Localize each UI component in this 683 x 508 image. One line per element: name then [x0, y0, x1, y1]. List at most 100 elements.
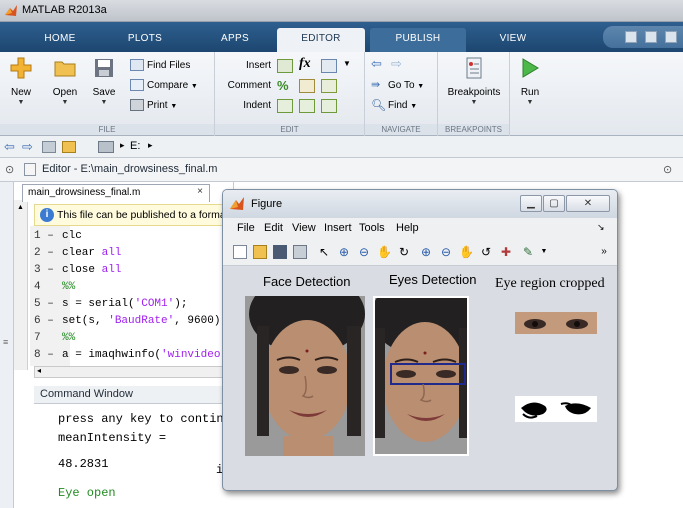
- line-number: 8 –: [34, 349, 54, 361]
- path-forward-icon[interactable]: ⇨: [22, 139, 33, 155]
- goto-icon: ⇛: [371, 79, 381, 92]
- pan-hand-icon[interactable]: ✋: [377, 245, 392, 259]
- current-folder-bar: ⇦ ⇨ ▸ E: ▸: [0, 136, 683, 158]
- insert-cell-icon[interactable]: [321, 59, 337, 73]
- menu-dock-arrow-icon[interactable]: ↘: [597, 222, 605, 233]
- tab-plots[interactable]: PLOTS: [110, 28, 180, 52]
- path-expand-icon[interactable]: ▸: [148, 140, 153, 151]
- zoom-in-2-icon[interactable]: ⊕: [419, 245, 433, 259]
- file-tab[interactable]: main_drowsiness_final.m ×: [22, 184, 210, 202]
- uncomment-icon[interactable]: [299, 79, 315, 93]
- new-button[interactable]: New ▼: [4, 56, 38, 106]
- compare-button[interactable]: Compare ▼: [130, 78, 198, 94]
- scroll-left-icon[interactable]: ◂: [37, 366, 41, 375]
- maximize-button[interactable]: ▢: [543, 195, 565, 212]
- increase-indent-icon[interactable]: [299, 99, 315, 113]
- open-file-icon[interactable]: [253, 245, 267, 259]
- wrap-comments-icon[interactable]: [321, 79, 337, 93]
- breakpoints-group-label: BREAKPOINTS: [438, 124, 509, 135]
- menu-file[interactable]: File: [237, 222, 255, 234]
- eye-binary-svg: [515, 396, 597, 422]
- run-label: Run: [520, 87, 540, 98]
- editor-vertical-scrollbar[interactable]: ▲: [14, 200, 28, 370]
- new-figure-icon[interactable]: [233, 245, 247, 259]
- code-line[interactable]: 7 %%: [34, 330, 75, 347]
- tab-apps[interactable]: APPS: [205, 28, 265, 52]
- figure-title-bar[interactable]: Figure ▁ ▢ ✕: [223, 190, 617, 218]
- comment-percent-icon[interactable]: %: [277, 79, 293, 93]
- close-tab-icon[interactable]: ×: [197, 186, 203, 197]
- line-number: 2 –: [34, 247, 54, 259]
- open-button[interactable]: Open ▼: [48, 56, 82, 106]
- tab-home[interactable]: HOME: [30, 28, 90, 52]
- find-files-button[interactable]: Find Files: [130, 58, 190, 74]
- quick-paste-icon[interactable]: [665, 31, 677, 43]
- quick-save-icon[interactable]: [625, 31, 637, 43]
- code-line[interactable]: 2 – clear all: [34, 245, 121, 262]
- command-output-value: 48.2831: [58, 457, 109, 471]
- pointer-icon[interactable]: ↖: [317, 245, 331, 259]
- path-back-icon[interactable]: ⇦: [4, 139, 15, 155]
- code-line[interactable]: 4 %%: [34, 279, 75, 296]
- menu-edit[interactable]: Edit: [264, 222, 283, 234]
- indent-label[interactable]: Indent: [219, 98, 271, 114]
- forward-arrow-icon[interactable]: ⇨: [391, 57, 407, 71]
- editor-collapse-icon[interactable]: ⊙: [5, 163, 14, 176]
- code-token: set(s,: [62, 315, 109, 327]
- save-button[interactable]: Save ▼: [87, 56, 121, 106]
- minimize-button[interactable]: ▁: [520, 195, 542, 212]
- menu-tools[interactable]: Tools: [359, 222, 385, 234]
- tab-editor[interactable]: EDITOR: [277, 28, 365, 52]
- tab-view[interactable]: VIEW: [478, 28, 548, 52]
- brush-icon[interactable]: ✎: [521, 245, 535, 259]
- path-drive[interactable]: E:: [130, 140, 140, 152]
- save-figure-icon[interactable]: [273, 245, 287, 259]
- editor-title: Editor - E:\main_drowsiness_final.m: [42, 163, 218, 175]
- print-button[interactable]: Print ▼: [130, 98, 177, 114]
- brush-dropdown-icon[interactable]: ▼: [537, 245, 551, 259]
- editor-actions-icon[interactable]: ⊙: [663, 163, 672, 176]
- tab-publish[interactable]: PUBLISH: [370, 28, 466, 52]
- close-button[interactable]: ✕: [566, 195, 610, 212]
- insert-dropdown-icon[interactable]: ▼: [343, 59, 359, 73]
- insert-section-icon[interactable]: [277, 59, 293, 73]
- rotate-icon[interactable]: ↺: [479, 245, 493, 259]
- zoom-in-icon[interactable]: ⊕: [337, 245, 351, 259]
- insert-function-icon[interactable]: fx: [299, 57, 315, 71]
- up-folder-icon[interactable]: [42, 141, 56, 153]
- browse-folder-icon[interactable]: [62, 141, 76, 153]
- decrease-indent-icon[interactable]: [321, 99, 337, 113]
- menu-view[interactable]: View: [292, 222, 316, 234]
- zoom-out-icon[interactable]: ⊖: [357, 245, 371, 259]
- code-line[interactable]: 1 – clc: [34, 228, 82, 245]
- code-line[interactable]: 3 – close all: [34, 262, 121, 279]
- print-figure-icon[interactable]: [293, 245, 307, 259]
- comment-label[interactable]: Comment: [219, 78, 271, 94]
- pan-hand-2-icon[interactable]: ✋: [459, 245, 474, 259]
- find-button[interactable]: 🔍︎ Find ▼: [371, 98, 417, 114]
- breakpoints-label: Breakpoints: [447, 87, 501, 98]
- dock-handle-icon[interactable]: ≡: [3, 337, 8, 347]
- scroll-up-icon[interactable]: ▲: [17, 204, 24, 211]
- rotate-3d-icon[interactable]: ↻: [397, 245, 411, 259]
- code-line[interactable]: 5 – s = serial('COM1');: [34, 296, 187, 313]
- zoom-out-2-icon[interactable]: ⊖: [439, 245, 453, 259]
- menu-insert[interactable]: Insert: [324, 222, 352, 234]
- code-line[interactable]: 8 – a = imaqhwinfo('winvideo');: [34, 347, 240, 364]
- insert-label[interactable]: Insert: [219, 58, 271, 74]
- menu-help[interactable]: Help: [396, 222, 419, 234]
- back-arrow-icon[interactable]: ⇦: [371, 57, 387, 71]
- goto-button[interactable]: ⇛ Go To ▼: [371, 78, 424, 94]
- publish-info-text: This file can be published to a formatte…: [57, 209, 243, 221]
- quick-copy-icon[interactable]: [645, 31, 657, 43]
- axes-title-eyes: Eyes Detection: [389, 272, 477, 287]
- smart-indent-icon[interactable]: [277, 99, 293, 113]
- editor-horizontal-scrollbar[interactable]: ◂: [34, 366, 244, 378]
- figure-window[interactable]: Figure ▁ ▢ ✕ File Edit View Insert Tools…: [222, 189, 618, 491]
- run-button[interactable]: Run ▼: [513, 56, 547, 106]
- code-line[interactable]: 6 – set(s, 'BaudRate', 9600);: [34, 313, 227, 330]
- data-cursor-icon[interactable]: ✚: [499, 245, 513, 259]
- breakpoints-button[interactable]: Breakpoints ▼: [444, 56, 504, 106]
- toolbar-overflow-icon[interactable]: »: [597, 245, 611, 259]
- code-token: close: [62, 264, 102, 276]
